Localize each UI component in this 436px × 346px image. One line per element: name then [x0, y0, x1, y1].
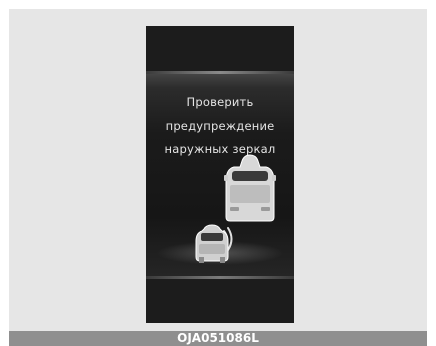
figure-code-caption: OJA051086L [9, 331, 427, 346]
car-rear-icon [224, 154, 276, 222]
blind-spot-scene [195, 154, 276, 263]
cluster-display: Проверить предупреждение наружных зеркал [146, 26, 294, 323]
warning-panel: Проверить предупреждение наружных зеркал [146, 71, 294, 279]
